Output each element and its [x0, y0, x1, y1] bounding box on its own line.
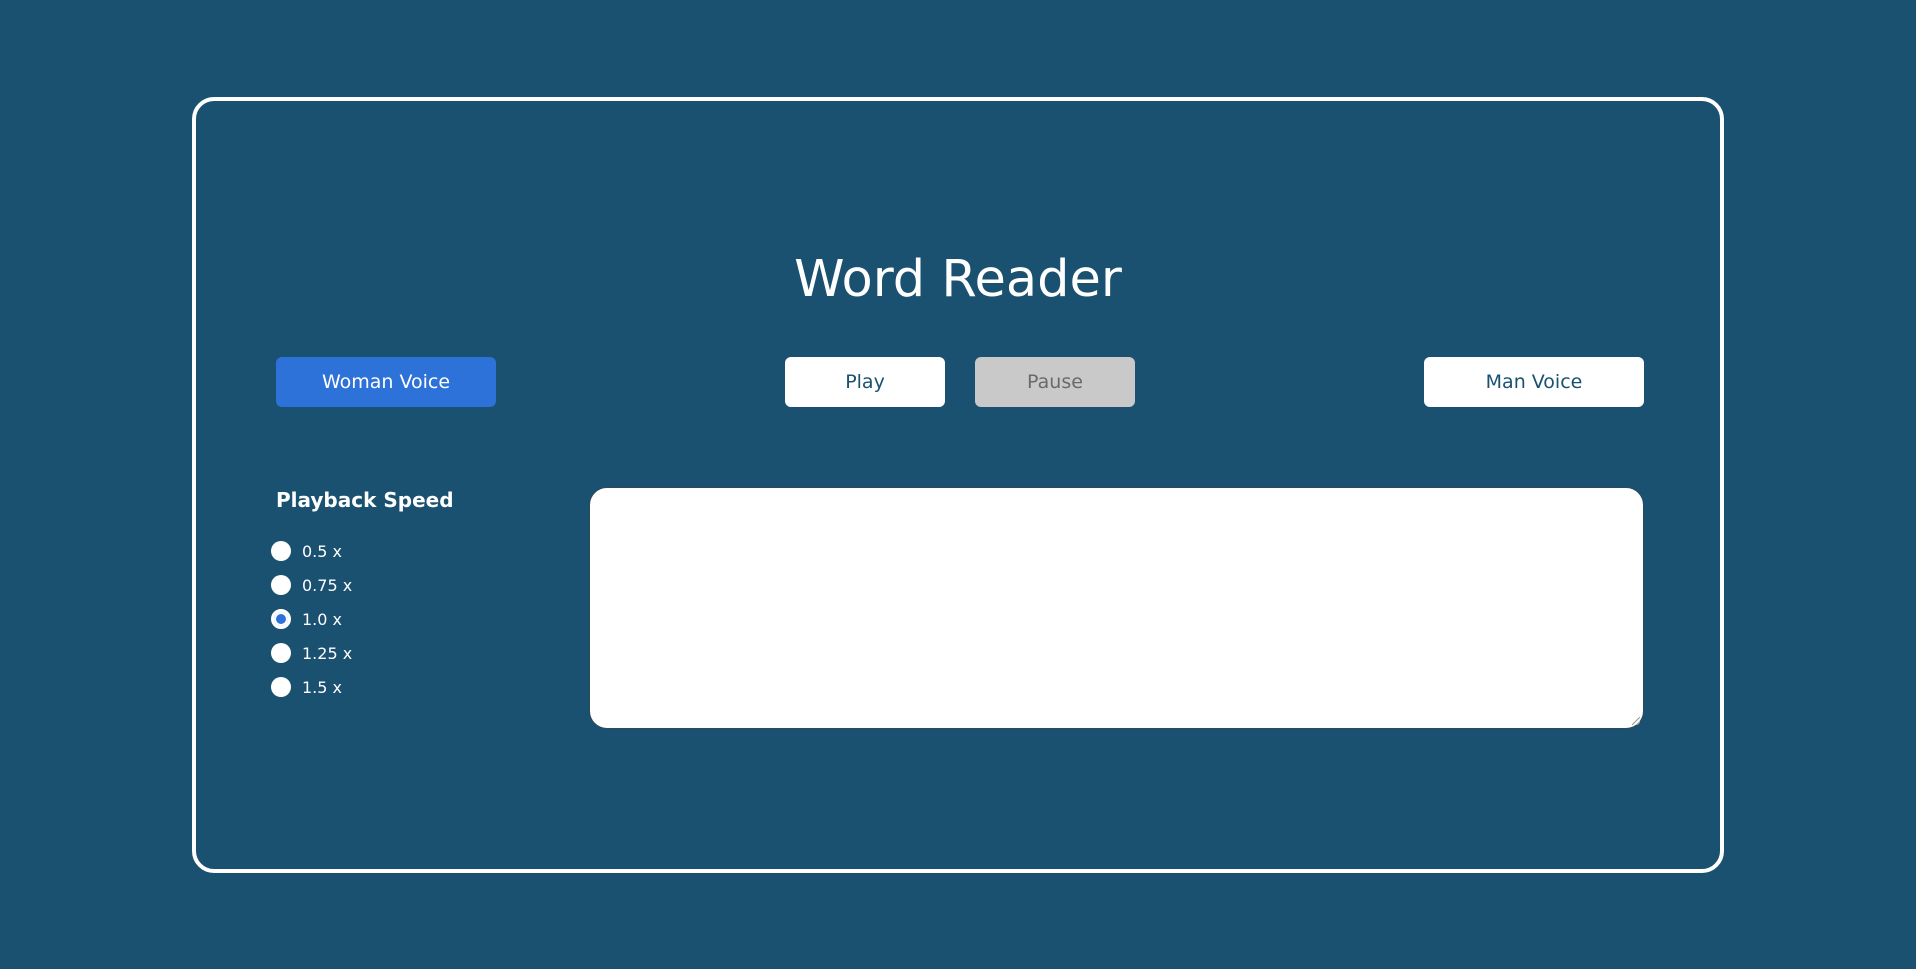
speed-option-1-5[interactable]: 1.5 x	[271, 675, 342, 699]
speed-option-label: 1.0 x	[302, 609, 342, 629]
speed-radio[interactable]	[271, 575, 291, 595]
speed-option-label: 0.5 x	[302, 541, 342, 561]
woman-voice-button[interactable]: Woman Voice	[276, 357, 496, 407]
speed-radio[interactable]	[271, 643, 291, 663]
speed-radio[interactable]	[271, 541, 291, 561]
speed-option-label: 1.25 x	[302, 643, 353, 663]
page-title: Word Reader	[794, 250, 1122, 309]
speed-option-label: 0.75 x	[302, 575, 353, 595]
speed-option-label: 1.5 x	[302, 677, 342, 697]
text-input-area[interactable]	[589, 487, 1644, 729]
speed-radio[interactable]	[271, 609, 291, 629]
man-voice-button[interactable]: Man Voice	[1424, 357, 1644, 407]
app-frame	[192, 97, 1724, 873]
playback-speed-heading: Playback Speed	[276, 488, 454, 512]
play-button[interactable]: Play	[785, 357, 945, 407]
speed-radio[interactable]	[271, 677, 291, 697]
pause-button[interactable]: Pause	[975, 357, 1135, 407]
speed-option-0-5[interactable]: 0.5 x	[271, 539, 342, 563]
speed-option-1-25[interactable]: 1.25 x	[271, 641, 352, 665]
speed-option-1-0[interactable]: 1.0 x	[271, 607, 342, 631]
speed-option-0-75[interactable]: 0.75 x	[271, 573, 352, 597]
resize-handle-icon[interactable]	[1632, 717, 1640, 725]
